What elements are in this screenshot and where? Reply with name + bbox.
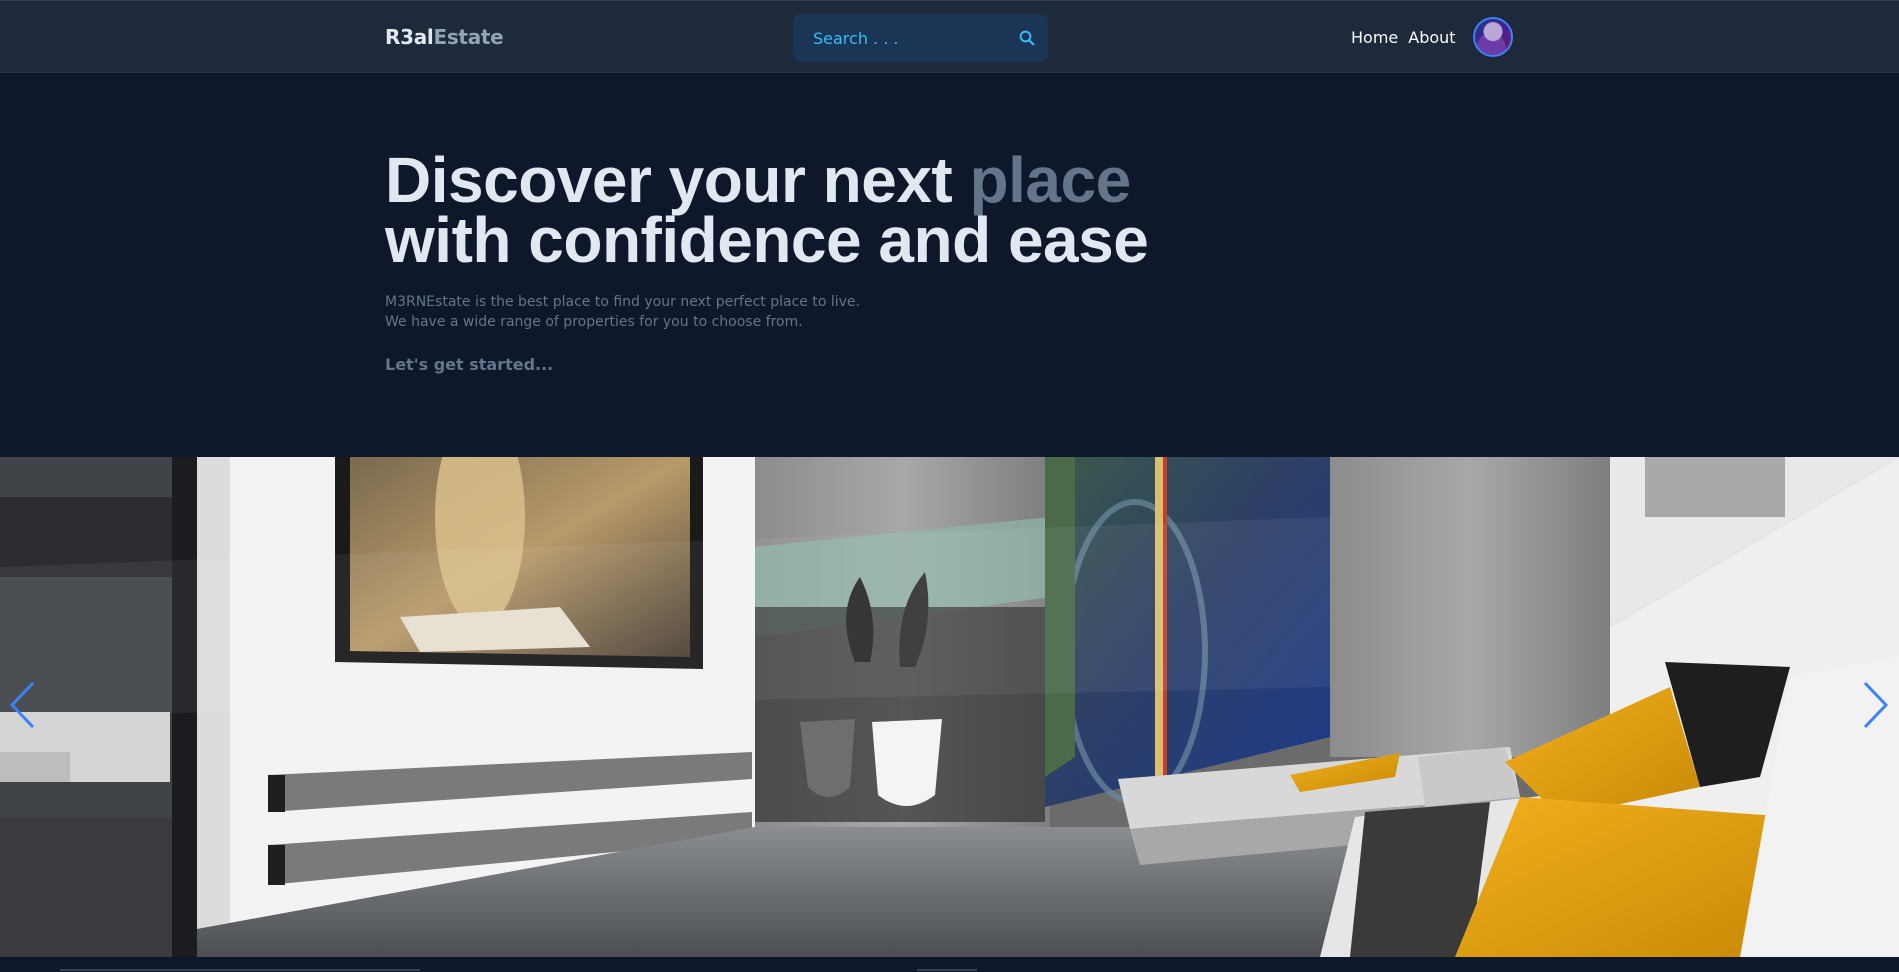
- main-nav: Home About: [1351, 28, 1456, 47]
- living-room-image: [0, 457, 1899, 957]
- hero-description-line1: M3RNEstate is the best place to find you…: [385, 294, 860, 310]
- logo-secondary: Estate: [433, 25, 504, 49]
- search-form: [793, 14, 1048, 62]
- divider: [60, 969, 420, 971]
- search-input[interactable]: [813, 28, 1018, 48]
- search-icon[interactable]: [1018, 29, 1036, 47]
- hero-description-line2: We have a wide range of properties for y…: [385, 314, 803, 330]
- chevron-left-icon[interactable]: [8, 680, 38, 730]
- nav-home[interactable]: Home: [1351, 28, 1398, 47]
- nav-about[interactable]: About: [1408, 28, 1455, 47]
- listing-image-carousel[interactable]: [0, 457, 1899, 957]
- top-navbar: R3alEstate Home About: [0, 0, 1899, 73]
- carousel-footer-strip: [0, 957, 1899, 972]
- avatar[interactable]: [1473, 17, 1513, 57]
- divider: [917, 969, 977, 971]
- hero-title-line2: with confidence and ease: [385, 204, 1149, 276]
- chevron-right-icon[interactable]: [1860, 680, 1890, 730]
- logo-primary: R3al: [385, 25, 434, 49]
- get-started-link[interactable]: Let's get started...: [385, 355, 553, 374]
- hero-description: M3RNEstate is the best place to find you…: [385, 292, 860, 332]
- hero-title: Discover your next place with confidence…: [385, 148, 1149, 272]
- site-logo[interactable]: R3alEstate: [385, 25, 504, 49]
